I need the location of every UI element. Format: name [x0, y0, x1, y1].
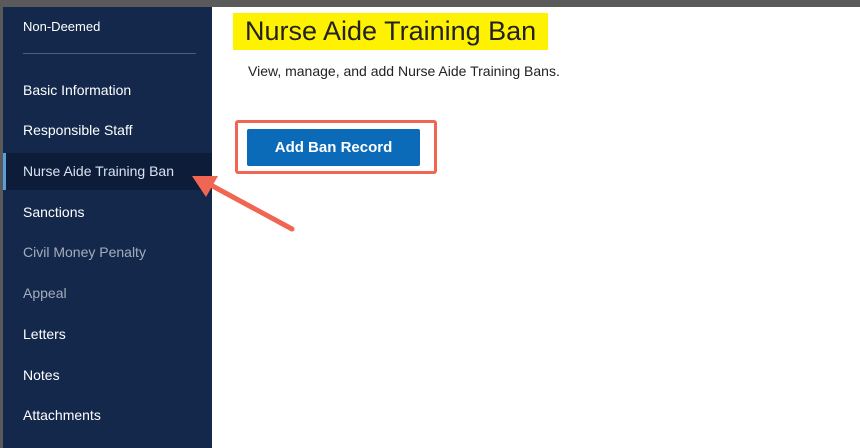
sidebar-item-attachments[interactable]: Attachments [3, 397, 212, 434]
page-description: View, manage, and add Nurse Aide Trainin… [248, 63, 560, 79]
sidebar-item-responsible-staff[interactable]: Responsible Staff [3, 112, 212, 149]
sidebar-item-nurse-aide-training-ban[interactable]: Nurse Aide Training Ban [3, 153, 212, 190]
sidebar-item-appeal[interactable]: Appeal [3, 275, 212, 312]
sidebar-item-notes[interactable]: Notes [3, 357, 212, 394]
sidebar-divider [23, 53, 196, 54]
sidebar-item-sanctions[interactable]: Sanctions [3, 194, 212, 231]
sidebar-item-letters[interactable]: Letters [3, 316, 212, 353]
window-frame-top [0, 0, 860, 7]
add-ban-record-button[interactable]: Add Ban Record [247, 129, 420, 166]
sidebar-header: Non-Deemed [23, 19, 101, 34]
page-title: Nurse Aide Training Ban [233, 13, 549, 50]
sidebar-item-basic-information[interactable]: Basic Information [3, 72, 212, 109]
sidebar-item-civil-money-penalty[interactable]: Civil Money Penalty [3, 234, 212, 271]
sidebar: Non-Deemed Basic Information Responsible… [3, 7, 212, 448]
